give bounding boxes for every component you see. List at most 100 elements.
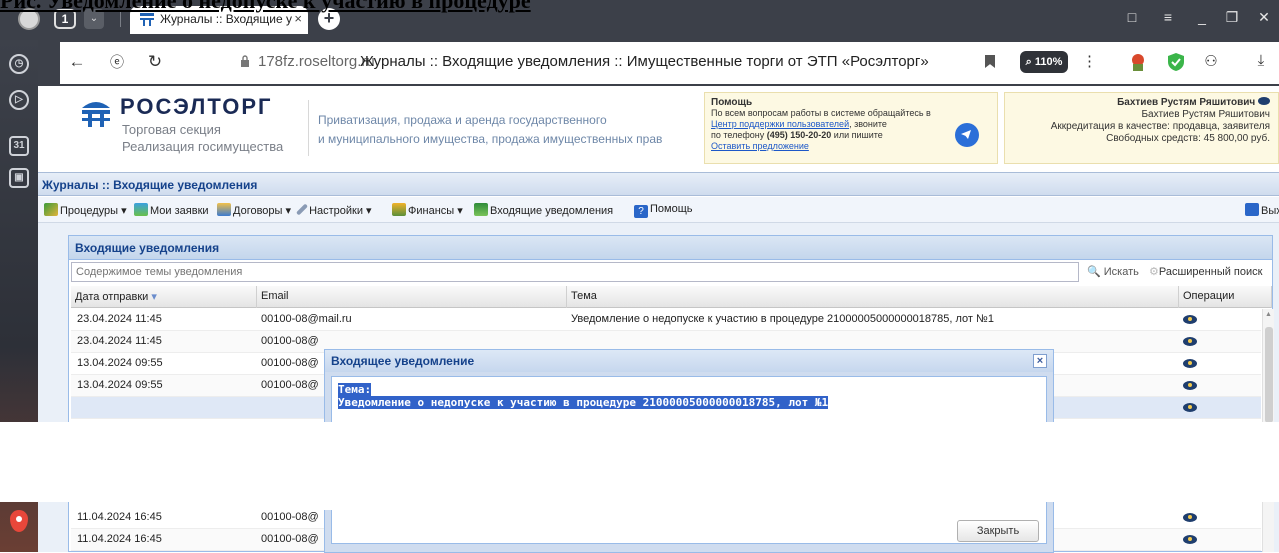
row-date: 11.04.2024 16:45 — [77, 533, 162, 545]
view-eye-icon[interactable] — [1183, 359, 1197, 368]
cropped-area-edge — [311, 488, 1010, 510]
menu-exit[interactable]: Вых — [1245, 203, 1279, 217]
table-row[interactable]: 23.04.2024 11:45 00100-08@mail.ru Уведом… — [71, 309, 1261, 331]
user-full-name: Бахтиев Рустям Ряшитович — [1141, 109, 1270, 120]
url-page-title[interactable]: Журналы :: Входящие уведомления :: Имуще… — [360, 53, 929, 70]
row-date: 11.04.2024 16:45 — [77, 511, 162, 523]
history-icon[interactable]: ◷ — [9, 54, 29, 74]
column-date-label: Дата отправки — [75, 291, 149, 303]
column-date[interactable]: Дата отправки ▾ — [71, 286, 257, 308]
row-email: 00100-08@ — [261, 533, 319, 545]
row-email: 00100-08@ — [261, 511, 319, 523]
row-subject: Уведомление о недопуске к участию в проц… — [571, 313, 994, 325]
help-line-2: Центр поддержки пользователей, звоните — [711, 119, 991, 130]
media-icon[interactable]: ▣ — [9, 168, 29, 188]
url-host[interactable]: 178fz.roseltorg.ru — [258, 53, 375, 70]
view-eye-icon[interactable] — [1183, 403, 1197, 412]
menu-help[interactable]: ? Помощь — [634, 203, 693, 218]
menu-procedures-label: Процедуры — [60, 205, 119, 217]
dialog-title: Входящее уведомление — [331, 354, 475, 368]
telegram-icon[interactable] — [955, 123, 979, 147]
back-icon[interactable]: ← — [66, 52, 88, 72]
dialog-close-icon[interactable]: × — [1033, 354, 1047, 368]
yandex-icon[interactable]: ⓔ — [106, 52, 128, 72]
logo-title[interactable]: РОСЭЛТОРГ — [120, 94, 273, 120]
menu-settings[interactable]: Настройки ▾ — [295, 203, 372, 217]
menu-finance[interactable]: Финансы ▾ — [392, 203, 463, 217]
zoom-level: 110% — [1034, 56, 1063, 68]
help-icon: ? — [634, 205, 648, 218]
roseltorg-favicon-icon — [140, 13, 154, 26]
roseltorg-logo-icon[interactable] — [80, 98, 112, 128]
tab-separator — [120, 11, 121, 27]
view-eye-icon[interactable] — [1183, 337, 1197, 346]
menu-my-bids[interactable]: Мои заявки — [134, 203, 209, 217]
dialog-header: Входящее уведомление × — [325, 350, 1053, 372]
menu-contracts[interactable]: Договоры ▾ — [217, 203, 291, 217]
search-button[interactable]: 🔍 Искать — [1087, 265, 1139, 278]
view-eye-icon[interactable] — [1183, 315, 1197, 324]
site-header: РОСЭЛТОРГ Торговая секция Реализация гос… — [38, 86, 1279, 172]
address-bar: ← ⓔ ↻ 178fz.roseltorg.ru Журналы :: Вход… — [60, 42, 1279, 84]
user-accreditation: Аккредитация в качестве: продавца, заяви… — [1050, 121, 1270, 132]
main-menubar: Процедуры ▾ Мои заявки Договоры ▾ Настро… — [38, 197, 1279, 223]
calendar-icon[interactable]: 31 — [9, 136, 29, 156]
search-input[interactable] — [71, 262, 1079, 282]
finance-icon — [392, 203, 406, 216]
download-icon[interactable]: ⤓ — [1250, 52, 1272, 69]
restore-icon[interactable]: ❐ — [1222, 9, 1242, 26]
inbox-icon — [474, 203, 488, 216]
tab-close-icon[interactable]: × — [294, 11, 302, 26]
minimize-icon[interactable]: _ — [1192, 9, 1212, 25]
shield-icon[interactable] — [1166, 52, 1186, 72]
view-eye-icon[interactable] — [1183, 381, 1197, 390]
window-close-icon[interactable]: ✕ — [1254, 9, 1274, 26]
bookmarks-panel-icon[interactable]: □ — [1122, 9, 1142, 25]
more-vertical-icon[interactable]: ⋮ — [1082, 52, 1097, 70]
menu-finance-label: Финансы — [408, 205, 455, 217]
tagline-line-2: и муниципального имущества, продажа имущ… — [318, 132, 663, 146]
play-icon[interactable]: ▷ — [9, 90, 29, 110]
column-operations[interactable]: Операции — [1179, 286, 1272, 308]
menu-contracts-label: Договоры — [233, 205, 283, 217]
user-eye-icon[interactable] — [1258, 97, 1270, 105]
row-date: 23.04.2024 11:45 — [77, 335, 162, 347]
zoom-badge[interactable]: ⌕ 110% — [1020, 51, 1068, 73]
user-name-bold[interactable]: Бахтиев Рустям Ряшитович — [1117, 97, 1255, 108]
scrollbar-thumb[interactable] — [1265, 327, 1273, 423]
menu-exit-label: Вых — [1261, 205, 1279, 217]
scroll-up-icon[interactable]: ▲ — [1265, 311, 1272, 318]
menu-incoming-label: Входящие уведомления — [490, 205, 614, 217]
help-line-1: По всем вопросам работы в системе обраща… — [711, 108, 931, 118]
view-eye-icon[interactable] — [1183, 513, 1197, 522]
advanced-search-button[interactable]: ⚙Расширенный поиск — [1149, 265, 1262, 278]
menu-procedures[interactable]: Процедуры ▾ — [44, 203, 127, 217]
bids-icon — [134, 203, 148, 216]
view-eye-icon[interactable] — [1183, 535, 1197, 544]
column-subject[interactable]: Тема — [567, 286, 1179, 308]
help-write-text: или пишите — [831, 130, 883, 140]
reload-icon[interactable]: ↻ — [144, 52, 166, 72]
close-button[interactable]: Закрыть — [957, 520, 1039, 542]
help-title: Помощь — [711, 97, 753, 108]
row-email: 00100-08@ — [261, 335, 319, 347]
panel-title: Входящие уведомления — [69, 236, 1272, 260]
subject-label: Тема: — [338, 383, 372, 396]
row-date: 13.04.2024 09:55 — [77, 357, 163, 369]
puzzle-icon[interactable]: ⚇ — [1200, 52, 1222, 70]
menu-my-bids-label: Мои заявки — [150, 205, 209, 217]
menu-incoming[interactable]: Входящие уведомления — [474, 203, 613, 217]
subject-text: Уведомление о недопуске к участию в проц… — [338, 396, 829, 409]
search-button-label: Искать — [1103, 266, 1139, 278]
row-email: 00100-08@ — [261, 379, 319, 391]
logo-subtitle-section: Торговая секция — [122, 122, 221, 137]
extension-avatar-icon[interactable] — [1128, 52, 1148, 72]
suggestion-link[interactable]: Оставить предложение — [711, 141, 991, 152]
map-pin-icon[interactable] — [10, 510, 28, 532]
bookmark-icon[interactable] — [985, 55, 995, 68]
support-center-link[interactable]: Центр поддержки пользователей — [711, 119, 849, 129]
column-email[interactable]: Email — [257, 286, 567, 308]
tab-title: Журналы :: Входящие у — [160, 12, 292, 26]
user-box: Бахтиев Рустям Ряшитович Бахтиев Рустям … — [1004, 92, 1279, 164]
menu-icon[interactable]: ≡ — [1158, 9, 1178, 25]
